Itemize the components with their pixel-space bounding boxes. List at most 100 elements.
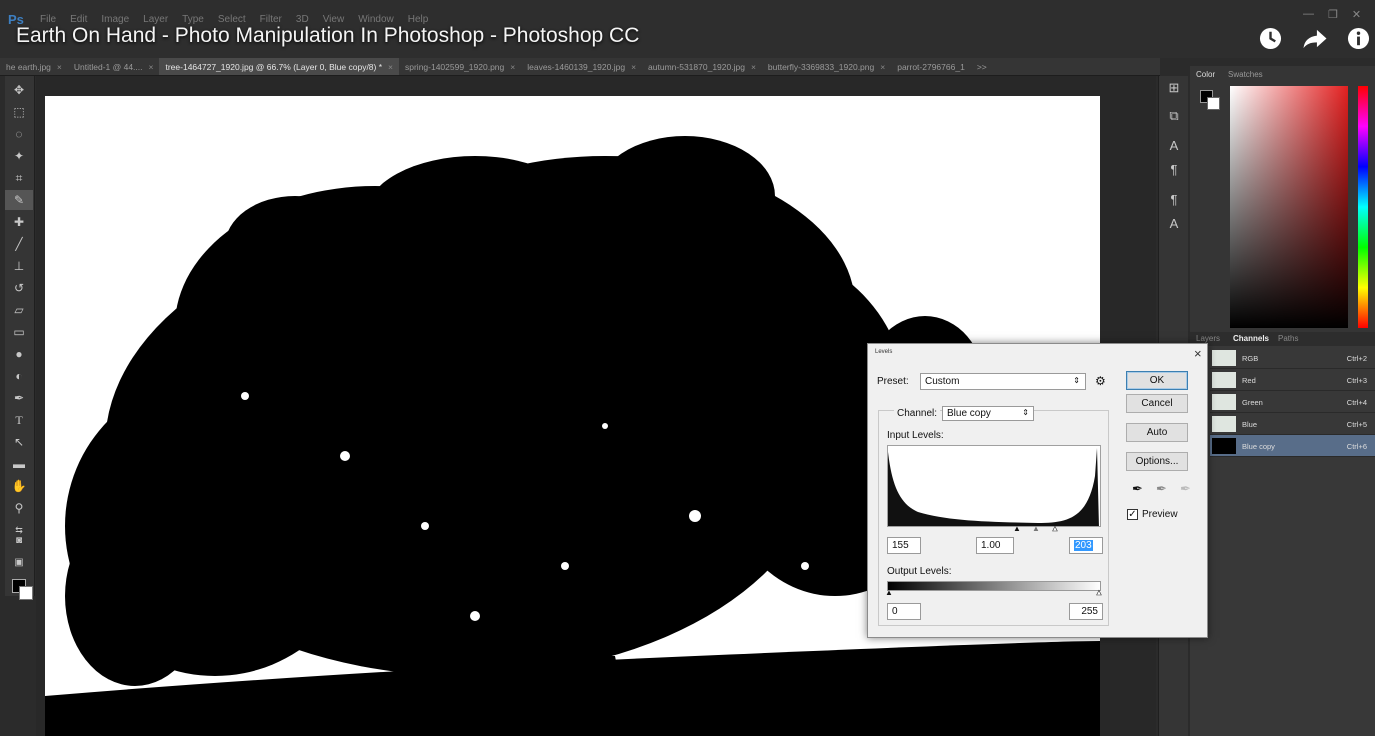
preset-dropdown[interactable]: Custom ⇕ xyxy=(920,373,1086,390)
channel-row-rgb[interactable]: RGB Ctrl+2 xyxy=(1210,347,1375,369)
black-point-slider[interactable]: ▲ xyxy=(1013,524,1021,533)
preset-value: Custom xyxy=(925,376,960,387)
tab-autumn[interactable]: autumn-531870_1920.jpg × xyxy=(642,58,762,75)
move-tool-icon[interactable]: ✥ xyxy=(5,80,33,100)
channel-shortcut: Ctrl+6 xyxy=(1346,442,1367,451)
pen-tool-icon[interactable]: ✒ xyxy=(5,388,33,408)
auto-button[interactable]: Auto xyxy=(1126,423,1188,442)
gray-eyedropper-icon[interactable]: ✒ xyxy=(1156,481,1167,497)
black-eyedropper-icon[interactable]: ✒ xyxy=(1132,481,1143,497)
close-icon[interactable]: × xyxy=(1194,346,1202,361)
type-tool-icon[interactable]: T xyxy=(5,410,33,430)
chevron-down-icon: ⇕ xyxy=(1022,408,1029,417)
lasso-tool-icon[interactable]: ◌ xyxy=(5,124,33,144)
color-background-swatch[interactable] xyxy=(1207,97,1220,110)
character-panel-icon[interactable]: A xyxy=(1164,138,1184,158)
hand-tool-icon[interactable]: ✋ xyxy=(5,476,33,496)
output-black-field[interactable]: 0 xyxy=(887,603,921,620)
tab-untitled[interactable]: Untitled-1 @ 44.... × xyxy=(68,58,160,75)
blur-tool-icon[interactable]: ● xyxy=(5,344,33,364)
tab-leaves[interactable]: leaves-1460139_1920.jpg × xyxy=(521,58,642,75)
tab-tree[interactable]: tree-1464727_1920.jpg @ 66.7% (Layer 0, … xyxy=(159,58,399,75)
eyedropper-tool-icon[interactable]: ✎ xyxy=(5,190,33,210)
marquee-tool-icon[interactable]: ⬚ xyxy=(5,102,33,122)
tab-butterfly[interactable]: butterfly-3369833_1920.png × xyxy=(762,58,891,75)
channel-dropdown[interactable]: Blue copy ⇕ xyxy=(942,406,1034,421)
tab-close-icon[interactable]: × xyxy=(880,62,885,72)
properties-panel-icon[interactable]: ⧉ xyxy=(1164,108,1184,128)
background-color-swatch[interactable] xyxy=(19,586,33,600)
ok-button[interactable]: OK xyxy=(1126,371,1188,390)
channel-row-blue-copy[interactable]: Blue copy Ctrl+6 xyxy=(1210,435,1375,457)
rectangle-tool-icon[interactable]: ▬ xyxy=(5,454,33,474)
cancel-button[interactable]: Cancel xyxy=(1126,394,1188,413)
white-eyedropper-icon[interactable]: ✒ xyxy=(1180,481,1191,497)
channel-thumbnail xyxy=(1212,372,1236,388)
channel-row-red[interactable]: Red Ctrl+3 xyxy=(1210,369,1375,391)
preview-checkbox[interactable]: ✓ xyxy=(1127,509,1138,520)
tab-color[interactable]: Color xyxy=(1196,70,1215,79)
input-gamma-field[interactable]: 1.00 xyxy=(976,537,1014,554)
minimize-icon[interactable]: — xyxy=(1303,8,1314,21)
output-black-slider[interactable]: ▲ xyxy=(885,588,893,597)
tab-close-icon[interactable]: × xyxy=(149,62,154,72)
clock-icon[interactable] xyxy=(1259,27,1282,50)
share-icon[interactable] xyxy=(1302,27,1328,50)
history-brush-tool-icon[interactable]: ↺ xyxy=(5,278,33,298)
tab-label: leaves-1460139_1920.jpg xyxy=(527,62,626,72)
dodge-tool-icon[interactable]: ◐ xyxy=(5,366,33,386)
tab-paths[interactable]: Paths xyxy=(1278,334,1298,343)
output-white-slider[interactable]: ▲ xyxy=(1095,588,1104,598)
tab-spring[interactable]: spring-1402599_1920.png × xyxy=(399,58,521,75)
eraser-tool-icon[interactable]: ▱ xyxy=(5,300,33,320)
tab-close-icon[interactable]: × xyxy=(510,62,515,72)
tab-swatches[interactable]: Swatches xyxy=(1228,70,1263,79)
brush-tool-icon[interactable]: ╱ xyxy=(5,234,33,254)
paragraph-panel-icon[interactable]: ¶ xyxy=(1164,162,1184,182)
close-window-icon[interactable]: ✕ xyxy=(1352,8,1361,21)
window-controls: — ❐ ✕ xyxy=(1303,8,1361,21)
character-styles-icon[interactable]: A xyxy=(1164,216,1184,236)
tab-layers[interactable]: Layers xyxy=(1196,334,1220,343)
magic-wand-tool-icon[interactable]: ✦ xyxy=(5,146,33,166)
channels-panel-tabs: Layers Channels Paths xyxy=(1190,332,1375,346)
info-icon[interactable] xyxy=(1347,27,1370,50)
tab-channels[interactable]: Channels xyxy=(1233,334,1269,343)
preset-label: Preset: xyxy=(877,376,909,387)
healing-brush-tool-icon[interactable]: ✚ xyxy=(5,212,33,232)
crop-tool-icon[interactable]: ⌗ xyxy=(5,168,33,188)
paragraph-styles-icon[interactable]: ¶ xyxy=(1164,192,1184,212)
quick-mask-icon[interactable]: ◙ xyxy=(5,531,33,551)
clone-stamp-tool-icon[interactable]: ⊥ xyxy=(5,256,33,276)
path-selection-tool-icon[interactable]: ↖ xyxy=(5,432,33,452)
hue-slider[interactable] xyxy=(1358,86,1368,328)
output-white-field[interactable]: 255 xyxy=(1069,603,1103,620)
tab-close-icon[interactable]: × xyxy=(57,62,62,72)
tab-close-icon[interactable]: × xyxy=(751,62,756,72)
channel-shortcut: Ctrl+4 xyxy=(1346,398,1367,407)
history-panel-icon[interactable]: ⊞ xyxy=(1164,80,1184,100)
screen-mode-icon[interactable]: ▣ xyxy=(5,553,33,573)
input-black-field[interactable]: 155 xyxy=(887,537,921,554)
tab-close-icon[interactable]: × xyxy=(388,62,393,72)
tab-overflow-button[interactable]: >> xyxy=(971,58,993,75)
tab-close-icon[interactable]: × xyxy=(631,62,636,72)
gear-icon[interactable]: ⚙ xyxy=(1095,374,1106,388)
channel-label: Channel: xyxy=(894,408,941,419)
tab-label: tree-1464727_1920.jpg @ 66.7% (Layer 0, … xyxy=(165,62,383,72)
zoom-tool-icon[interactable]: ⚲ xyxy=(5,498,33,518)
options-button[interactable]: Options... xyxy=(1126,452,1188,471)
color-picker-field[interactable] xyxy=(1230,86,1348,328)
preview-label: Preview xyxy=(1142,509,1178,520)
gradient-tool-icon[interactable]: ▭ xyxy=(5,322,33,342)
tab-parrot[interactable]: parrot-2796766_1 xyxy=(891,58,971,75)
video-title[interactable]: Earth On Hand - Photo Manipulation In Ph… xyxy=(16,24,639,48)
levels-dialog: Levels × Preset: Custom ⇕ ⚙ OK Cancel Au… xyxy=(867,343,1208,638)
channel-row-green[interactable]: Green Ctrl+4 xyxy=(1210,391,1375,413)
gamma-slider[interactable]: ▲ xyxy=(1032,524,1040,533)
tab-earth[interactable]: he earth.jpg × xyxy=(0,58,68,75)
white-point-slider[interactable]: ▲ xyxy=(1051,524,1060,534)
restore-icon[interactable]: ❐ xyxy=(1328,8,1338,21)
input-white-field[interactable]: 203 xyxy=(1069,537,1103,554)
channel-row-blue[interactable]: Blue Ctrl+5 xyxy=(1210,413,1375,435)
